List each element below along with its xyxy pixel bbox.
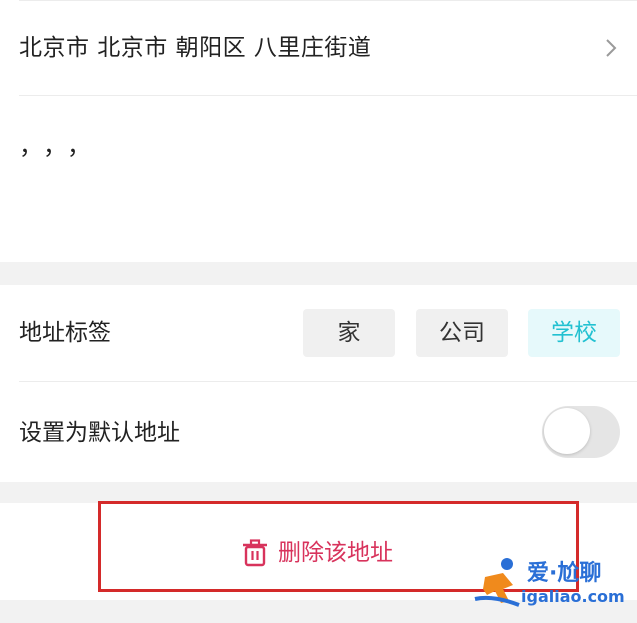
watermark-name: 爱·尬聊 <box>527 561 602 586</box>
toggle-knob <box>544 408 590 454</box>
address-detail-input[interactable]: ，，， <box>19 128 103 164</box>
region-selector[interactable]: 北京市 北京市 朝阳区 八里庄街道 <box>0 0 637 95</box>
settings-card: 地址标签 家 公司 学校 设置为默认地址 <box>0 285 637 482</box>
default-address-toggle[interactable] <box>542 406 620 458</box>
region-divider <box>19 95 637 96</box>
tag-school[interactable]: 学校 <box>528 309 620 357</box>
address-card: 北京市 北京市 朝阳区 八里庄街道 ，，， <box>0 0 637 262</box>
site-watermark: 爱·尬聊 igaliao.com <box>473 553 633 613</box>
watermark-url: igaliao.com <box>521 587 625 606</box>
default-address-label: 设置为默认地址 <box>19 420 180 446</box>
tag-home[interactable]: 家 <box>303 309 395 357</box>
runner-logo-icon <box>474 558 520 607</box>
region-text: 北京市 北京市 朝阳区 八里庄街道 <box>19 35 372 61</box>
delete-button-content: 删除该地址 <box>242 537 393 569</box>
settings-divider <box>19 381 637 382</box>
delete-button-label: 删除该地址 <box>278 540 393 566</box>
tag-company[interactable]: 公司 <box>416 309 508 357</box>
edit-address-page: 北京市 北京市 朝阳区 八里庄街道 ，，， 地址标签 家 公司 学校 设置为默认… <box>0 0 637 623</box>
chevron-right-icon <box>606 39 617 57</box>
address-label-row: 地址标签 家 公司 学校 <box>0 285 637 381</box>
address-label-title: 地址标签 <box>19 320 111 346</box>
trash-icon <box>243 539 267 567</box>
